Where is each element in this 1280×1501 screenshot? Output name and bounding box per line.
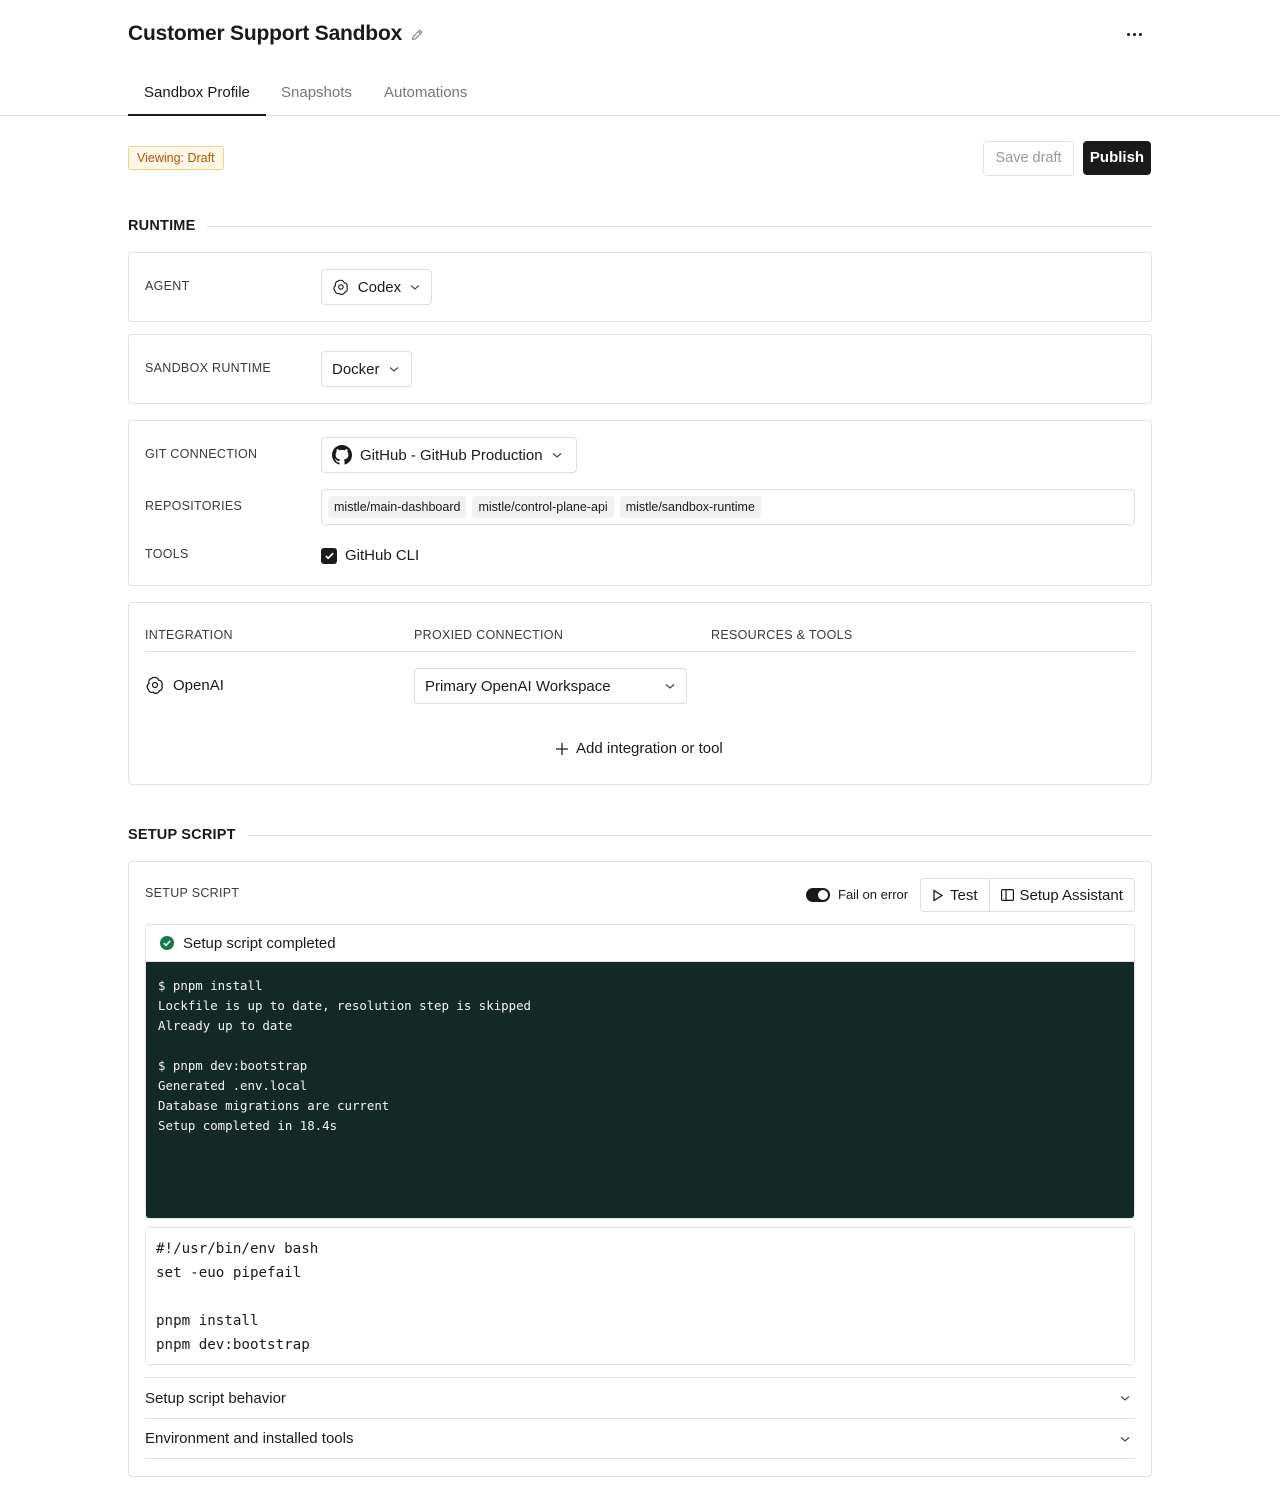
setup-script-label: SETUP SCRIPT — [145, 886, 240, 900]
environment-tools-accordion[interactable]: Environment and installed tools — [145, 1418, 1135, 1459]
setup-script-section-header: SETUP SCRIPT — [128, 825, 1152, 845]
chevron-down-icon — [552, 453, 561, 458]
tab-bar: Sandbox Profile Snapshots Automations — [0, 70, 1280, 116]
table-header-divider — [145, 651, 1135, 652]
check-icon — [324, 552, 334, 560]
agent-card: AGENT Codex — [128, 252, 1152, 322]
integration-name: OpenAI — [173, 676, 224, 694]
agent-select-value: Codex — [357, 278, 402, 296]
runtime-section-title: RUNTIME — [128, 218, 196, 234]
add-integration-label: Add integration or tool — [576, 740, 723, 757]
tab-sandbox-profile[interactable]: Sandbox Profile — [128, 70, 266, 116]
ellipsis-dot — [1132, 32, 1136, 36]
repository-chip[interactable]: mistle/control-plane-api — [472, 496, 614, 518]
chevron-down-icon — [665, 684, 675, 689]
terminal-output: $ pnpm install Lockfile is up to date, r… — [146, 962, 1134, 1218]
ellipsis-icon — [1126, 32, 1130, 36]
runtime-section-header: RUNTIME — [128, 216, 1152, 236]
setup-script-editor[interactable]: #!/usr/bin/env bash set -euo pipefail pn… — [145, 1227, 1135, 1365]
sandbox-runtime-label: SANDBOX RUNTIME — [145, 361, 272, 375]
repositories-input[interactable]: mistle/main-dashboard mistle/control-pla… — [321, 489, 1135, 525]
sandbox-runtime-select[interactable]: Docker — [321, 351, 412, 387]
git-connection-label: GIT CONNECTION — [145, 447, 258, 461]
setup-assistant-button[interactable]: Setup Assistant — [988, 879, 1134, 911]
git-connection-value: GitHub - GitHub Production — [360, 446, 543, 464]
git-card: GIT CONNECTION GitHub - GitHub Productio… — [128, 420, 1152, 586]
ellipsis-dot — [1138, 32, 1142, 36]
git-connection-select[interactable]: GitHub - GitHub Production — [321, 437, 577, 473]
chevron-down-icon — [389, 367, 398, 372]
agent-label: AGENT — [145, 279, 190, 293]
agent-select[interactable]: Codex — [321, 269, 432, 305]
github-icon — [332, 445, 352, 465]
section-divider — [247, 834, 1152, 836]
add-integration-button[interactable]: Add integration or tool — [555, 740, 723, 757]
sandbox-runtime-value: Docker — [332, 360, 380, 378]
chevron-down-icon — [410, 285, 420, 290]
play-icon — [933, 888, 944, 902]
check-circle-icon — [160, 936, 174, 950]
accordion-label: Setup script behavior — [145, 1389, 286, 1407]
repository-chip[interactable]: mistle/main-dashboard — [328, 496, 467, 518]
save-draft-button[interactable]: Save draft — [983, 141, 1074, 176]
setup-script-behavior-accordion[interactable]: Setup script behavior — [145, 1377, 1135, 1418]
fail-on-error-control[interactable]: Fail on error — [806, 887, 908, 902]
test-button[interactable]: Test — [921, 879, 989, 911]
section-divider — [207, 225, 1152, 227]
accordion-label: Environment and installed tools — [145, 1430, 354, 1447]
chevron-down-icon — [1120, 1396, 1130, 1401]
github-cli-label: GitHub CLI — [345, 547, 420, 564]
publish-button[interactable]: Publish — [1083, 141, 1151, 175]
test-button-label: Test — [950, 886, 978, 904]
integration-row-openai: OpenAI — [145, 675, 224, 695]
proxied-connection-select[interactable]: Primary OpenAI Workspace — [414, 668, 687, 704]
integration-column-header: INTEGRATION — [145, 628, 233, 642]
setup-assistant-label: Setup Assistant — [1019, 886, 1123, 904]
sidebar-panel-icon — [1000, 889, 1014, 901]
plus-icon — [556, 742, 568, 755]
setup-script-card: SETUP SCRIPT Fail on error Test Setup As… — [128, 861, 1152, 1477]
tab-snapshots[interactable]: Snapshots — [265, 70, 368, 116]
tools-label: TOOLS — [145, 547, 189, 561]
fail-on-error-toggle[interactable] — [806, 887, 830, 902]
fail-on-error-label: Fail on error — [838, 887, 909, 902]
proxied-connection-column-header: PROXIED CONNECTION — [414, 628, 564, 642]
integrations-card: INTEGRATION PROXIED CONNECTION RESOURCES… — [128, 602, 1152, 785]
resources-tools-column-header: RESOURCES & TOOLS — [711, 628, 853, 642]
repositories-label: REPOSITORIES — [145, 499, 243, 513]
more-options-button[interactable] — [1118, 20, 1150, 48]
script-actions: Test Setup Assistant — [920, 878, 1135, 912]
openai-icon — [333, 279, 348, 295]
openai-icon — [146, 676, 163, 694]
repository-chip[interactable]: mistle/sandbox-runtime — [619, 496, 761, 518]
pencil-icon[interactable] — [410, 28, 424, 42]
setup-status-text: Setup script completed — [183, 934, 336, 952]
tab-automations[interactable]: Automations — [368, 70, 483, 116]
github-cli-checkbox[interactable] — [321, 547, 337, 564]
viewing-status-badge: Viewing: Draft — [128, 146, 224, 170]
page-title-row: Customer Support Sandbox — [128, 22, 424, 46]
setup-status-header: Setup script completed — [146, 925, 1134, 962]
sandbox-runtime-card: SANDBOX RUNTIME Docker — [128, 334, 1152, 404]
chevron-down-icon — [1120, 1436, 1130, 1442]
setup-script-section-title: SETUP SCRIPT — [128, 827, 236, 843]
github-cli-tool[interactable]: GitHub CLI — [321, 547, 419, 564]
page-title: Customer Support Sandbox — [128, 22, 403, 45]
proxied-connection-value: Primary OpenAI Workspace — [425, 677, 611, 695]
setup-status-panel: Setup script completed $ pnpm install Lo… — [145, 924, 1135, 1219]
